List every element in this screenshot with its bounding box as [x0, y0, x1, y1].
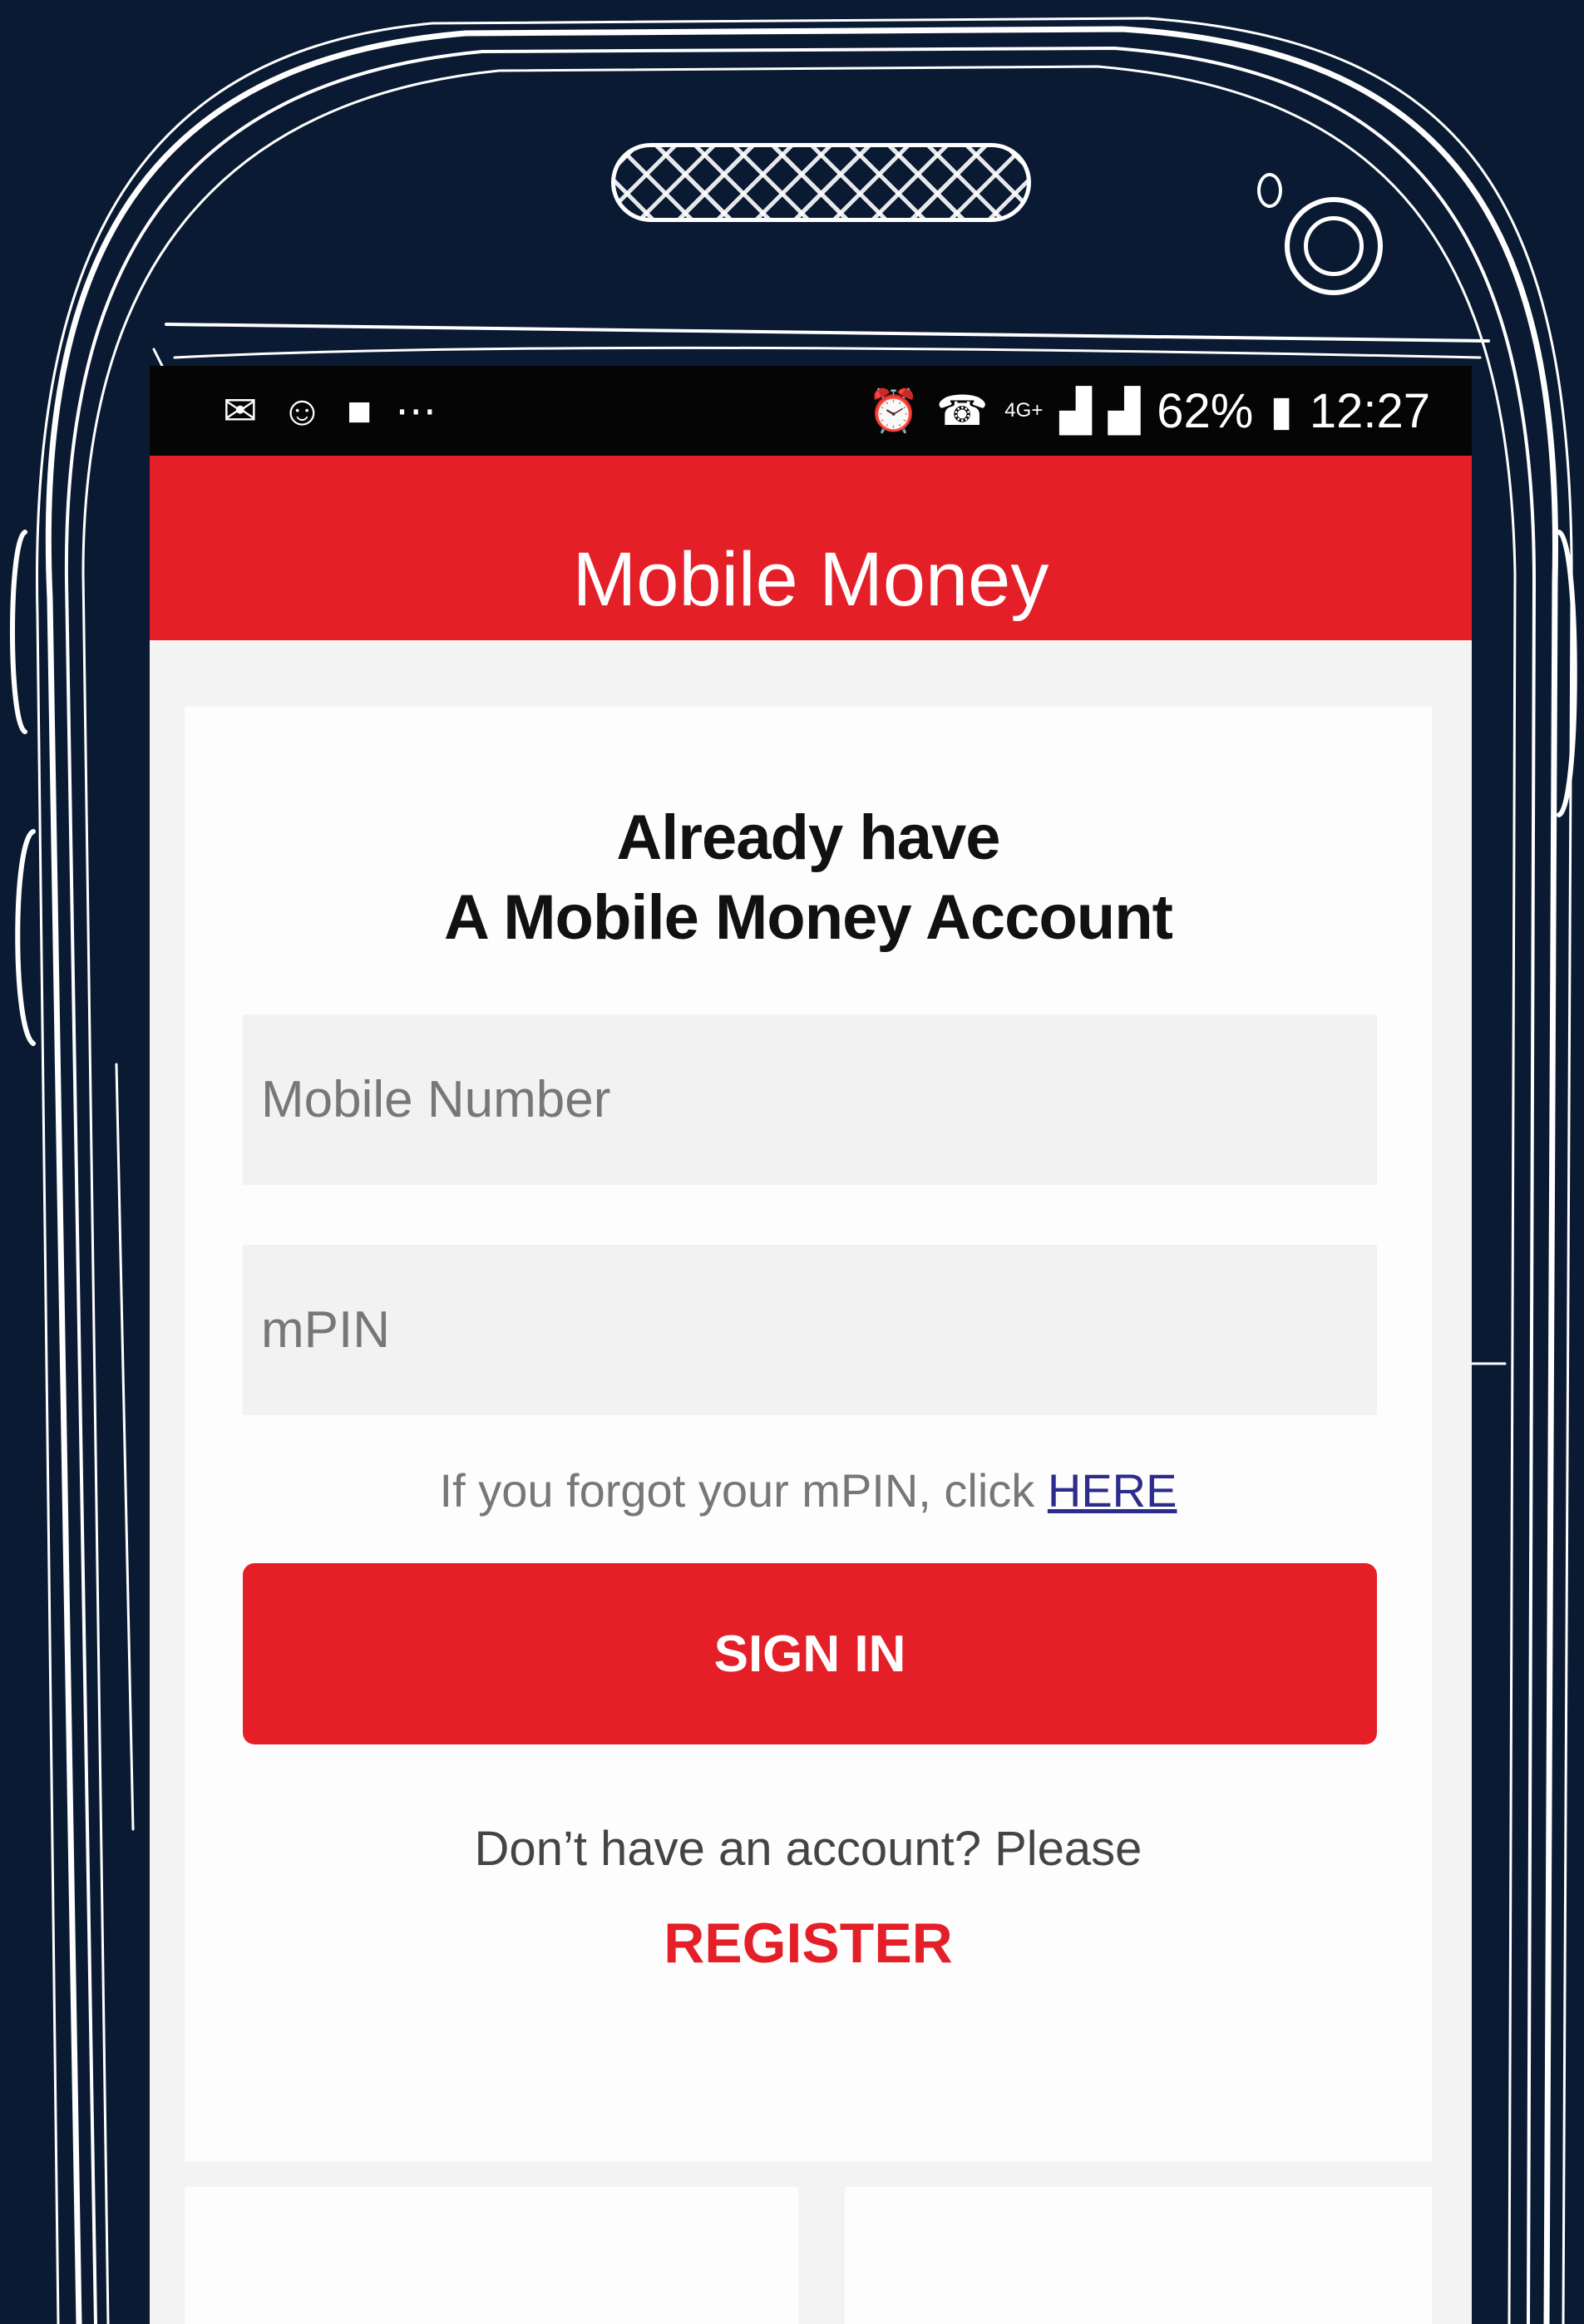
register-link[interactable]: REGISTER	[185, 1911, 1432, 1976]
sim-signal-icon: ▟	[1108, 387, 1141, 434]
forgot-mpin-label: If you forgot your mPIN, click	[439, 1464, 1048, 1517]
battery-percent: 62%	[1157, 383, 1254, 438]
phone-icon: ☎	[936, 387, 989, 434]
login-card: Already have A Mobile Money Account If y…	[185, 707, 1432, 2162]
login-heading: Already have A Mobile Money Account	[185, 798, 1432, 958]
speaker-grille	[611, 143, 1031, 222]
bottom-tile-left[interactable]	[185, 2187, 798, 2324]
mpin-input[interactable]	[243, 1245, 1377, 1415]
chat-icon: ■	[346, 387, 373, 434]
no-account-text: Don’t have an account? Please	[474, 1822, 1142, 1876]
proximity-sensor	[1257, 173, 1282, 208]
more-icon: ⋯	[395, 387, 437, 434]
mobile-number-input[interactable]	[243, 1014, 1377, 1185]
forgot-mpin-link[interactable]: HERE	[1048, 1464, 1177, 1517]
heading-line-1: Already have	[616, 802, 1000, 873]
status-left: ✉ ☺ ■ ⋯	[223, 387, 437, 435]
network-4g-icon: 4G+	[1004, 399, 1044, 422]
battery-icon: ▮	[1270, 387, 1293, 434]
mail-icon: ✉	[223, 387, 258, 434]
signal-icon: ▟	[1059, 387, 1092, 434]
heading-line-2: A Mobile Money Account	[444, 882, 1173, 953]
sign-in-button[interactable]: SIGN IN	[243, 1563, 1377, 1744]
alarm-icon: ⏰	[867, 387, 920, 434]
bottom-tile-right[interactable]	[845, 2187, 1432, 2324]
clock: 12:27	[1309, 383, 1430, 438]
status-bar: ✉ ☺ ■ ⋯ ⏰ ☎ 4G+ ▟ ▟ 62% ▮ 12:27	[150, 366, 1472, 456]
status-right: ⏰ ☎ 4G+ ▟ ▟ 62% ▮ 12:27	[868, 383, 1430, 439]
app-title: Mobile Money	[572, 537, 1049, 622]
front-camera	[1285, 197, 1383, 295]
account-icon: ☺	[280, 387, 323, 434]
phone-screen: ✉ ☺ ■ ⋯ ⏰ ☎ 4G+ ▟ ▟ 62% ▮ 12:27 Mobile M…	[150, 366, 1472, 2324]
app-bar: Mobile Money	[150, 456, 1472, 640]
forgot-mpin-text: If you forgot your mPIN, click HERE	[185, 1463, 1432, 1517]
